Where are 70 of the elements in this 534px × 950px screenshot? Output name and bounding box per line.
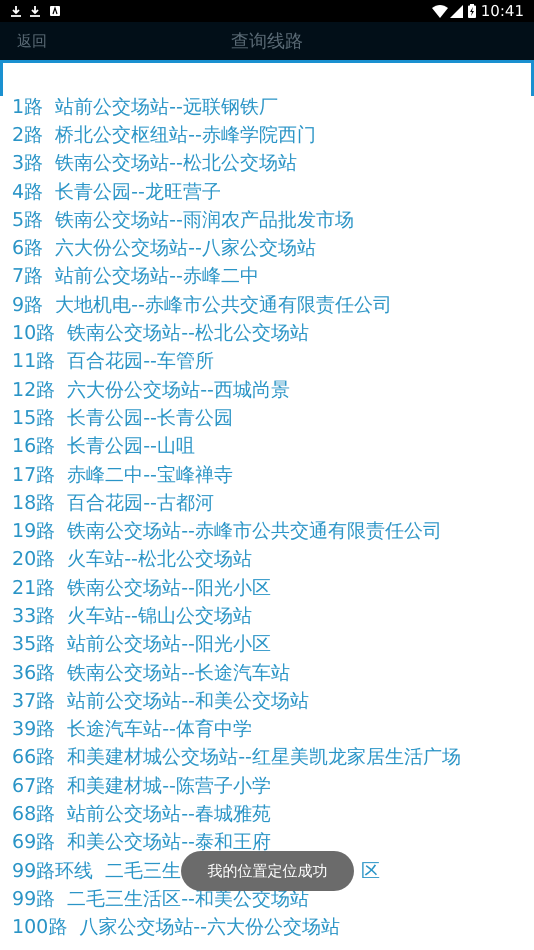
route-number[interactable]: 11路 [12, 352, 56, 372]
download-icon [29, 5, 41, 17]
route-number[interactable]: 69路 [12, 833, 56, 852]
route-number[interactable]: 4路 [12, 182, 44, 202]
route-number[interactable]: 100路 [12, 918, 68, 938]
route-number[interactable]: 99路 [12, 890, 56, 909]
route-number[interactable]: 20路 [12, 550, 56, 570]
route-number[interactable]: 2路 [12, 126, 44, 145]
page-title: 查询线路 [231, 30, 303, 54]
route-stops[interactable]: 八家公交场站--六大份公交场站 [79, 918, 340, 938]
route-number[interactable]: 6路 [12, 239, 44, 258]
route-stops[interactable]: 和美公交场站--泰和王府 [67, 833, 271, 852]
route-stops[interactable]: 站前公交场站--春城雅苑 [67, 805, 271, 824]
route-stops[interactable]: 铁南公交场站--松北公交场站 [55, 154, 297, 174]
route-stops[interactable]: 站前公交场站--远联钢铁厂 [55, 98, 278, 117]
route-number[interactable]: 68路 [12, 805, 56, 824]
route-stops[interactable]: 六大份公交场站--八家公交场站 [55, 239, 316, 258]
route-stops[interactable]: 长青公园--山咀 [67, 437, 195, 456]
route-stops[interactable]: 火车站--锦山公交场站 [67, 606, 252, 626]
signal-icon [450, 4, 463, 18]
route-number[interactable]: 10路 [12, 324, 56, 344]
clock: 10:41 [480, 0, 524, 22]
route-stops[interactable]: 铁南公交场站--阳光小区 [67, 578, 271, 598]
download-icon [10, 5, 22, 17]
route-stops[interactable]: 长途汽车站--体育中学 [67, 720, 252, 740]
route-stops[interactable]: 长青公园--长青公园 [67, 408, 233, 428]
route-stops[interactable]: 大地机电--赤峰市公共交通有限责任公司 [55, 296, 392, 315]
route-number[interactable]: 17路 [12, 466, 56, 484]
route-stops[interactable]: 六大份公交场站--西城尚景 [67, 380, 290, 400]
route-number[interactable]: 7路 [12, 267, 44, 286]
route-stops[interactable]: 铁南公交场站--松北公交场站 [67, 324, 309, 344]
route-stops[interactable]: 桥北公交枢纽站--赤峰学院西门 [55, 126, 316, 145]
route-number[interactable]: 99路环线 [12, 862, 94, 881]
route-number[interactable]: 1路 [12, 98, 44, 117]
route-stops[interactable]: 站前公交场站--赤峰二中 [55, 267, 259, 286]
route-number[interactable]: 18路 [12, 494, 56, 513]
route-stops[interactable]: 铁南公交场站--雨润农产品批发市场 [55, 210, 354, 230]
app-notification-icon [50, 6, 60, 16]
route-number[interactable]: 3路 [12, 154, 44, 174]
route-number[interactable]: 21路 [12, 578, 56, 598]
route-number[interactable]: 5路 [12, 210, 44, 230]
route-stops[interactable]: 百合花园--古都河 [67, 494, 214, 513]
route-number[interactable]: 19路 [12, 522, 56, 542]
route-stops[interactable]: 和美建材城--陈营子小学 [67, 776, 271, 796]
route-number[interactable]: 37路 [12, 692, 56, 711]
back-button[interactable]: 返回 [17, 30, 47, 52]
route-number[interactable]: 9路 [12, 296, 44, 315]
route-number[interactable]: 15路 [12, 408, 56, 428]
route-stops[interactable]: 赤峰二中--宝峰禅寺 [67, 466, 233, 484]
route-stops[interactable]: 铁南公交场站--赤峰市公共交通有限责任公司 [67, 522, 442, 542]
route-stops[interactable]: 长青公园--龙旺营子 [55, 182, 221, 202]
route-stops[interactable]: 和美建材城公交场站--红星美凯龙家居生活广场 [67, 748, 461, 768]
route-stops[interactable]: 火车站--松北公交场站 [67, 550, 252, 570]
route-number[interactable]: 66路 [12, 748, 56, 768]
route-stops[interactable]: 区 [361, 862, 380, 881]
route-stops[interactable]: 百合花园--车管所 [67, 352, 214, 372]
route-number[interactable]: 12路 [12, 380, 56, 400]
route-stops[interactable]: 二毛三生 [105, 862, 182, 881]
route-stops[interactable]: 站前公交场站--和美公交场站 [67, 692, 309, 711]
route-stops[interactable]: 站前公交场站--阳光小区 [67, 635, 271, 654]
toast: 我的位置定位成功 [181, 851, 354, 891]
route-stops[interactable]: 铁南公交场站--长途汽车站 [67, 664, 290, 683]
route-number[interactable]: 35路 [12, 635, 56, 654]
route-number[interactable]: 36路 [12, 664, 56, 683]
battery-icon [468, 4, 476, 18]
route-number[interactable]: 39路 [12, 720, 56, 740]
wifi-icon [432, 4, 448, 18]
route-number[interactable]: 67路 [12, 776, 56, 796]
route-number[interactable]: 16路 [12, 437, 56, 456]
route-number[interactable]: 33路 [12, 606, 56, 626]
